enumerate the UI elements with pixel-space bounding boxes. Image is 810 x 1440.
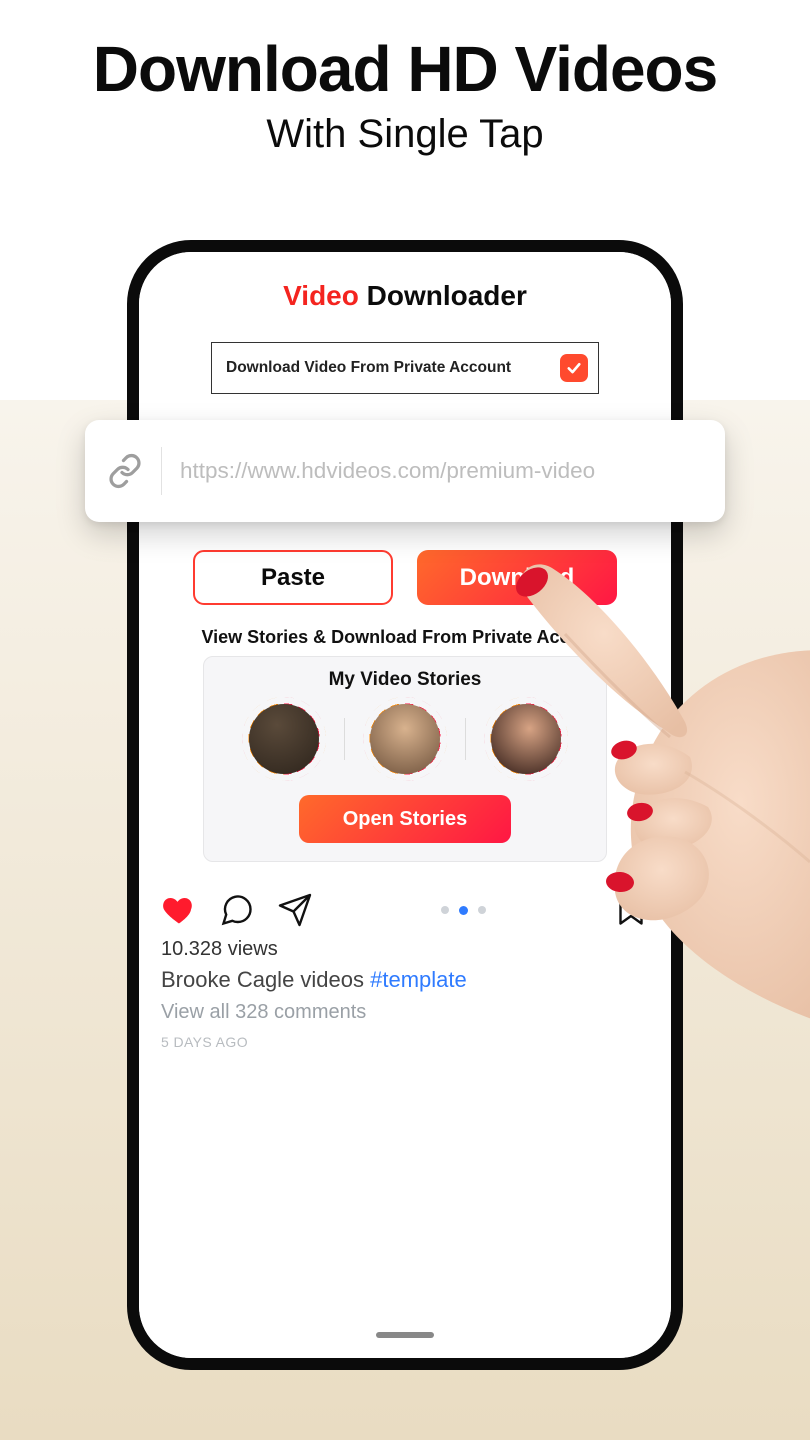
bookmark-icon[interactable] [613,892,649,928]
private-account-toggle-row[interactable]: Download Video From Private Account [211,342,599,394]
view-all-comments[interactable]: View all 328 comments [161,1001,649,1024]
share-icon[interactable] [277,892,313,928]
headline-title: Download HD Videos [0,32,810,106]
private-account-checkbox-icon[interactable] [560,354,588,382]
divider [465,718,466,760]
story-avatar[interactable] [246,701,322,777]
headline-subtitle: With Single Tap [0,112,810,157]
views-count: 10.328 views [161,938,649,961]
open-stories-button[interactable]: Open Stories [299,795,511,843]
link-icon [107,453,143,489]
post-timestamp: 5 DAYS AGO [161,1034,649,1050]
post-caption: Brooke Cagle videos #template [161,967,649,993]
heart-icon[interactable] [161,892,197,928]
stories-card: My Video Stories [203,656,607,862]
comment-icon[interactable] [219,892,255,928]
carousel-dots [313,906,613,915]
phone-frame: Video Downloader Download Video From Pri… [127,240,683,1370]
app-title: Video Downloader [139,280,671,312]
private-account-label: Download Video From Private Account [226,359,511,377]
story-avatar[interactable] [488,701,564,777]
home-indicator [376,1332,434,1338]
divider [344,718,345,760]
download-button[interactable]: Download [417,550,617,605]
stories-caption: View Stories & Download From Private Acc… [139,627,671,648]
url-input-bar[interactable] [85,420,725,522]
hashtag-link[interactable]: #template [370,967,467,992]
url-input[interactable] [180,458,703,484]
stories-card-title: My Video Stories [220,669,590,691]
paste-button[interactable]: Paste [193,550,393,605]
story-avatar[interactable] [367,701,443,777]
